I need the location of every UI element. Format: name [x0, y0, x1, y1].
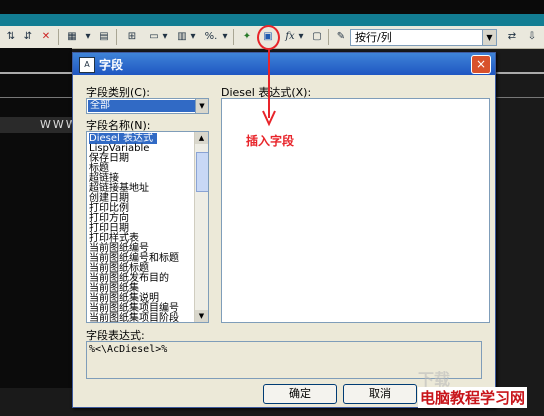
dialog-title-bar: A 字段 × [73, 53, 495, 75]
annotation-text: 插入字段 [246, 134, 295, 148]
insert-column-icon[interactable]: ⇅ [3, 29, 19, 45]
scroll-thumb[interactable] [196, 152, 208, 192]
watermark-text: 电脑教程学习网 [418, 387, 528, 408]
dialog-app-icon: A [79, 57, 95, 73]
list-item[interactable]: 当前图纸集项目阶段 [89, 313, 179, 322]
list-scrollbar[interactable]: ▲ ▼ [194, 132, 208, 322]
drawing-area [0, 48, 72, 388]
delete-icon[interactable]: ✕ [39, 29, 53, 45]
chevron-down-icon[interactable]: ▼ [482, 30, 496, 45]
unmerge-cells-icon[interactable]: ▾ [82, 29, 94, 45]
annotation-arrow [262, 48, 276, 127]
top-dark-band [0, 0, 544, 14]
delete-column-icon[interactable]: ⇵ [20, 29, 36, 45]
toolbar-separator [233, 29, 234, 45]
app-title-strip [0, 14, 544, 26]
match-cell-icon[interactable]: ✎ [334, 29, 348, 45]
percent-format-icon[interactable]: %. [202, 29, 220, 45]
align-dropdown-icon[interactable]: ▾ [160, 29, 170, 45]
manage-cell-icon[interactable]: ▢ [310, 29, 324, 45]
toolbar-separator [58, 29, 59, 45]
field-name-list[interactable]: Diesel 表达式 LispVariable 保存日期 标题 超链接 超链接基地址 创建日… [86, 131, 209, 323]
insert-block-icon[interactable]: ✦ [239, 29, 255, 45]
highlight-circle [257, 25, 280, 50]
formula-dropdown-icon[interactable]: ▾ [296, 29, 306, 45]
dialog-title: 字段 [99, 58, 124, 72]
table-style-combo[interactable]: 按行/列 ▼ [350, 29, 497, 46]
download-data-icon[interactable]: ⇩ [524, 29, 540, 45]
merge-cells-icon[interactable]: ▦ [64, 29, 80, 45]
chevron-down-icon[interactable]: ▼ [195, 99, 208, 113]
toolbar-separator [328, 29, 329, 45]
category-select[interactable]: 全部 ▼ [86, 98, 209, 114]
close-button[interactable]: × [471, 55, 491, 74]
table-style-combo-value: 按行/列 [355, 31, 392, 44]
scroll-up-icon[interactable]: ▲ [195, 132, 208, 144]
field-expression-value: %<\AcDiesel>% [89, 344, 168, 355]
format-dropdown-icon[interactable]: ▾ [188, 29, 198, 45]
category-select-value: 全部 [88, 100, 196, 112]
toolbar-separator [116, 29, 117, 45]
field-dialog: A 字段 × 字段类别(C): 全部 ▼ 字段名称(N): Diesel 表达式… [72, 52, 496, 408]
grid-icon[interactable]: ⊞ [124, 29, 140, 45]
ok-button[interactable]: 确定 [263, 384, 337, 404]
cancel-button[interactable]: 取消 [343, 384, 417, 404]
cell-borders-icon[interactable]: ▤ [96, 29, 112, 45]
percent-dropdown-icon[interactable]: ▾ [220, 29, 230, 45]
link-data-icon[interactable]: ⇄ [504, 29, 520, 45]
scroll-down-icon[interactable]: ▼ [195, 310, 208, 322]
